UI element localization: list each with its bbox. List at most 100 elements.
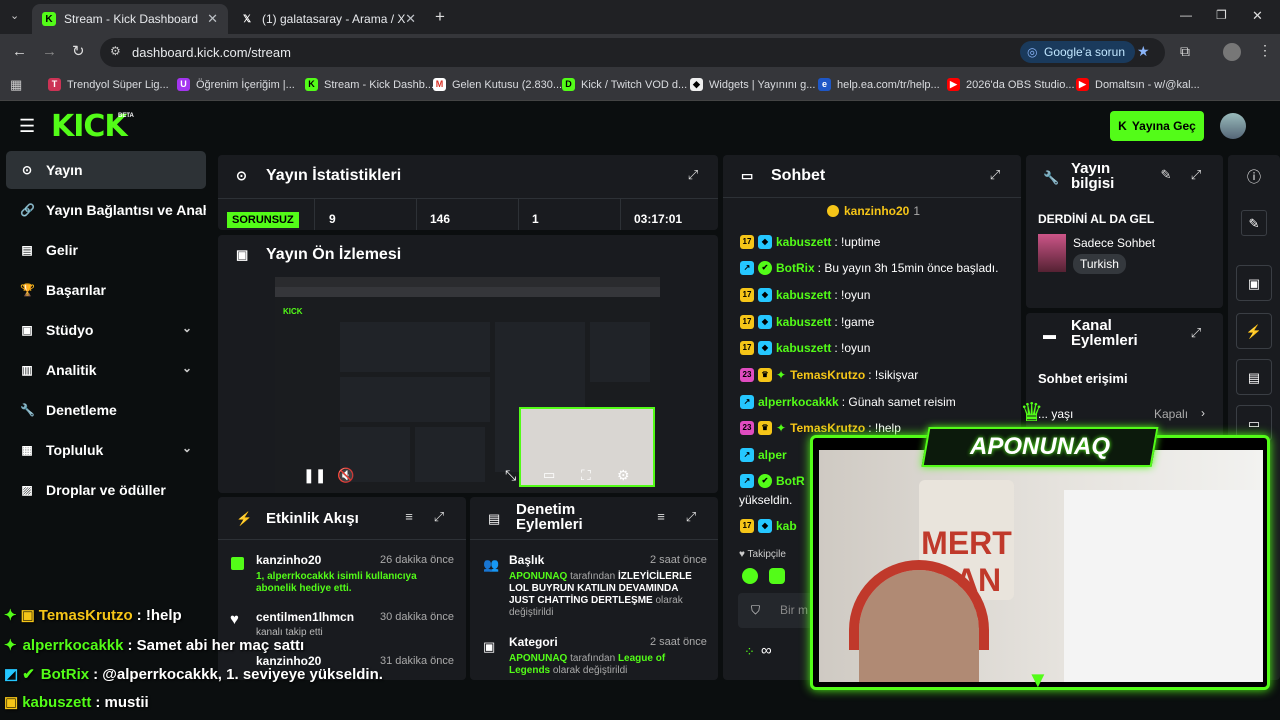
user-avatar[interactable] (1220, 113, 1246, 139)
close-tab-icon[interactable]: ✕ (405, 11, 416, 27)
list-icon: ▤ (488, 511, 501, 526)
site-info-icon[interactable]: ⚙ (110, 44, 121, 58)
file-explorer-icon[interactable] (687, 692, 709, 709)
new-tab-icon[interactable]: + (435, 7, 445, 27)
expand-icon[interactable]: ⤢ (984, 164, 1006, 186)
divider (518, 199, 519, 230)
settings-gear-icon[interactable]: ⚙ (617, 467, 630, 484)
spotify-icon[interactable] (724, 690, 744, 710)
sidebar-item-stream-key[interactable]: 🔗 Yayın Bağlantısı ve Anahtarı (6, 191, 206, 229)
sidebar-item-studio[interactable]: ▣ Stüdyo ⌄ (6, 311, 206, 349)
bookmark-item[interactable]: T Trendyol Süper Lig... (48, 78, 169, 91)
sidebar-item-achievements[interactable]: 🏆 Başarılar (6, 271, 206, 309)
list-icon[interactable]: ▤ (1236, 359, 1272, 395)
chat-user[interactable]: kabuszett (776, 235, 831, 249)
chat-user[interactable]: BotR (776, 474, 805, 488)
info-icon[interactable]: ⓘ (1247, 167, 1261, 187)
chat-user[interactable]: kabuszett (776, 315, 831, 329)
sidebar-item-revenue[interactable]: ▤ Gelir (6, 231, 206, 269)
minimize-icon[interactable]: — (1180, 8, 1192, 22)
lightning-icon[interactable]: ⚡ (1236, 313, 1272, 349)
go-live-button[interactable]: K Yayına Geç (1110, 111, 1204, 141)
mute-icon[interactable]: 🔇 (337, 467, 354, 484)
apps-grid-icon[interactable]: ▦ (10, 77, 22, 93)
og-badge-icon: ◆ (758, 235, 772, 249)
profile-avatar[interactable] (1223, 43, 1241, 61)
back-icon[interactable]: ← (12, 43, 27, 60)
bookmark-item[interactable]: e help.ea.com/tr/help... (818, 78, 940, 91)
edit-icon[interactable]: ✎ (1241, 210, 1267, 236)
bookmark-item[interactable]: ▶ 2026'da OBS Studio... (947, 78, 1075, 91)
chat-user[interactable]: kabuszett (776, 288, 831, 302)
address-bar[interactable]: ⚙ dashboard.kick.com/stream ◎ Google'a s… (100, 38, 1165, 67)
gift-icon (231, 557, 244, 570)
expand-icon[interactable]: ⤢ (682, 164, 704, 186)
store-icon[interactable] (760, 691, 779, 710)
edit-icon[interactable]: ✎ (1155, 164, 1177, 186)
bookmark-item[interactable]: U Öğrenim İçeriğim |... (177, 78, 295, 91)
chat-user[interactable]: BotRix (776, 261, 815, 275)
chevron-down-icon: ⌄ (181, 321, 192, 335)
chat-wrapped-text: yükseldin. (739, 493, 793, 507)
sidebar-item-community[interactable]: ▦ Topluluk ⌄ (6, 431, 206, 469)
browser-menu-icon[interactable]: ⋮ (1258, 42, 1272, 59)
maximize-icon[interactable]: ❐ (1216, 8, 1227, 22)
sidebar-item-drops[interactable]: ▨ Droplar ve ödüller (6, 471, 206, 509)
google-ask-chip[interactable]: ◎ Google'a sorun (1020, 41, 1136, 63)
pause-icon[interactable]: ❚❚ (303, 467, 326, 484)
tab-x-search[interactable]: 𝕏 (1) galatasaray - Arama / X ✕ (230, 4, 426, 34)
stream-title: DERDİNİ AL DA GEL (1038, 212, 1155, 226)
bookmark-item[interactable]: D Kick / Twitch VOD d... (562, 78, 687, 91)
search-icon: ⌕ (468, 694, 475, 708)
bookmark-item[interactable]: M Gelen Kutusu (2.830... (433, 78, 562, 91)
task-view-icon[interactable] (652, 691, 672, 709)
expand-icon[interactable]: ⤢ (1185, 164, 1207, 186)
chat-user[interactable]: kab (776, 519, 797, 533)
chat-user[interactable]: alper (758, 448, 787, 462)
kick-logo[interactable]: KICK (51, 109, 128, 144)
pip-icon[interactable]: ⤡ (505, 467, 516, 484)
sidebar-item-stream[interactable]: ⊙ Yayın (6, 151, 206, 189)
extensions-icon[interactable]: ⧉ (1180, 43, 1190, 60)
chevron-down-icon: ⌄ (181, 441, 192, 455)
reload-icon[interactable]: ↻ (72, 42, 85, 60)
bookmark-item[interactable]: ▶ Domaltsın - w/@kal... (1076, 78, 1200, 91)
hamburger-menu-icon[interactable]: ☰ (19, 116, 35, 137)
search-placeholder: Ara (488, 695, 507, 709)
stream-info-icon[interactable]: ▣ (1236, 265, 1272, 301)
start-icon-tile (437, 690, 446, 699)
sidebar-item-analytics[interactable]: ▥ Analitik ⌄ (6, 351, 206, 389)
emote-icon[interactable] (769, 568, 785, 584)
filter-icon[interactable]: ≡ (398, 506, 420, 528)
pinned-count: 1 (913, 204, 921, 218)
bookmark-item[interactable]: ◆ Widgets | Yayınını g... (690, 78, 815, 91)
points-icon[interactable]: ⁘ (744, 644, 755, 660)
chat-user[interactable]: kabuszett (776, 341, 831, 355)
emote-icon[interactable] (742, 568, 758, 584)
channel-icon: ▬ (1043, 327, 1056, 342)
category-name[interactable]: Sadece Sohbet (1073, 236, 1155, 250)
forward-icon[interactable]: → (42, 43, 57, 60)
chat-user[interactable]: TemasKrutzo (790, 368, 865, 382)
expand-icon[interactable]: ⤢ (428, 506, 450, 528)
mod-mid: tarafından (570, 571, 616, 582)
tab-kick-dashboard[interactable]: K Stream - Kick Dashboard ✕ (32, 4, 228, 34)
taskbar-search[interactable]: ⌕ Ara (458, 688, 648, 716)
play-circle-icon: ⊙ (21, 163, 33, 177)
mini-toolbar (275, 287, 660, 297)
filter-icon[interactable]: ≡ (650, 506, 672, 528)
bookmark-item[interactable]: K Stream - Kick Dashb... (305, 78, 434, 91)
sidebar-item-moderation[interactable]: 🔧 Denetleme (6, 391, 206, 429)
theater-icon[interactable]: ▭ (543, 467, 555, 483)
start-button[interactable] (426, 690, 446, 710)
window-close-icon[interactable]: ✕ (1252, 8, 1263, 24)
event-time: 30 dakika önce (380, 611, 454, 623)
close-tab-icon[interactable]: ✕ (207, 11, 218, 27)
bookmark-star-icon[interactable]: ★ (1137, 43, 1150, 60)
ea-icon: e (818, 78, 831, 91)
expand-icon[interactable]: ⤢ (680, 506, 702, 528)
expand-icon[interactable]: ⤢ (1185, 322, 1207, 344)
preview-video[interactable]: KICK ❚❚ 🔇 ⤡ ▭ ⛶ ⚙ (275, 277, 660, 493)
tab-search-icon[interactable]: ⌄ (10, 9, 19, 22)
fullscreen-icon[interactable]: ⛶ (581, 467, 591, 484)
